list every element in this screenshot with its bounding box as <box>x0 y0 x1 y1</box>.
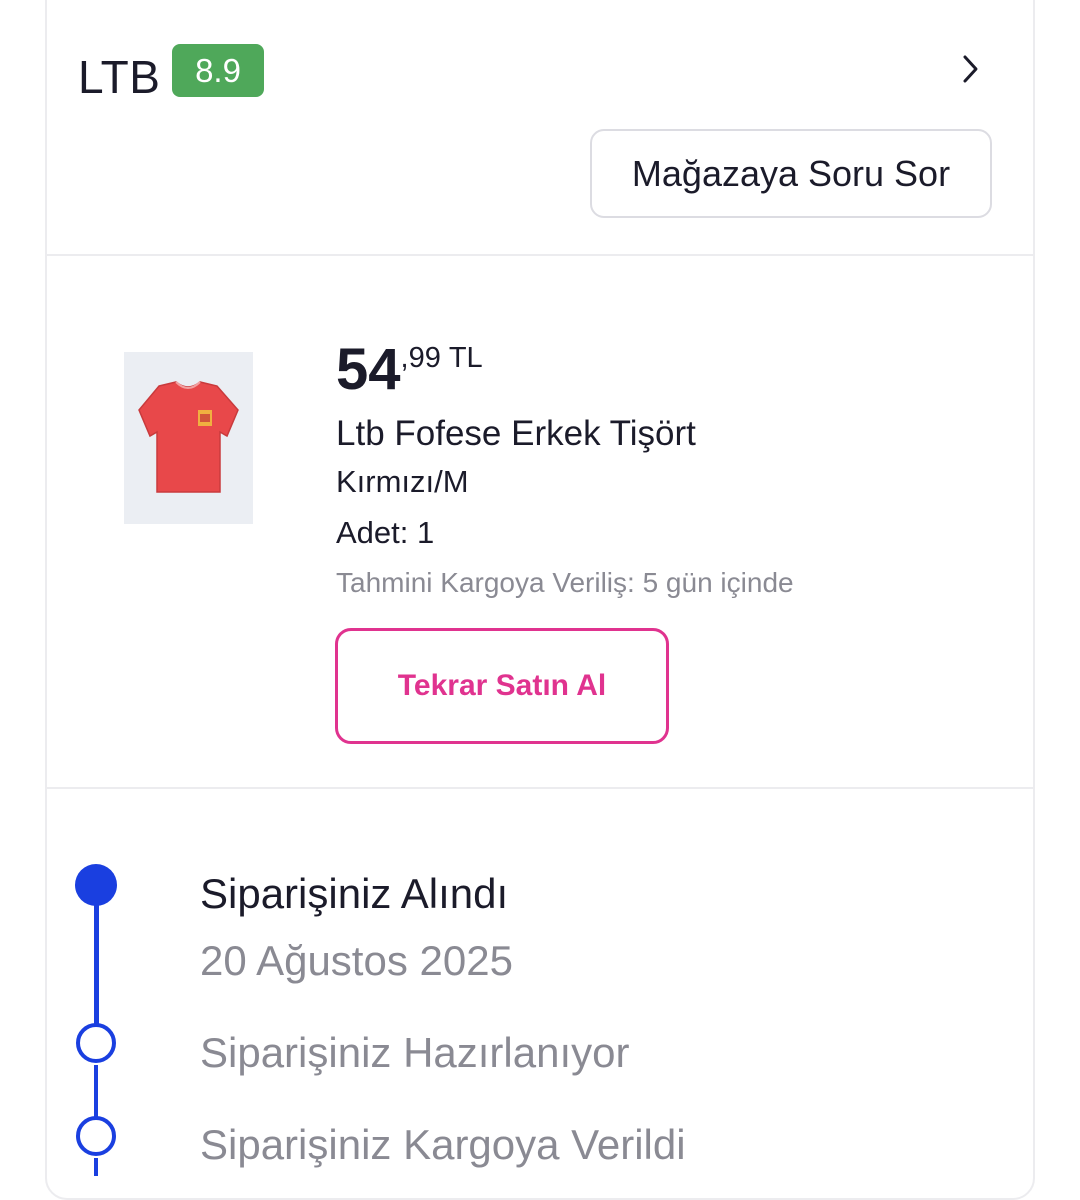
price-currency: TL <box>448 342 483 374</box>
timeline-step-date: 20 Ağustos 2025 <box>200 937 513 984</box>
seller-rating-badge: 8.9 <box>172 44 264 97</box>
red-tshirt-icon <box>138 381 239 493</box>
timeline-line-completed <box>94 885 99 1025</box>
product-name[interactable]: Ltb Fofese Erkek Tişört <box>336 414 696 454</box>
estimated-shipping: Tahmini Kargoya Veriliş: 5 gün içinde <box>336 567 794 598</box>
timeline-step-title: Siparişiniz Alındı <box>200 870 509 917</box>
seller-name[interactable]: LTB <box>78 50 160 104</box>
timeline-step-completed-icon <box>75 864 117 906</box>
timeline-line <box>94 1158 98 1176</box>
divider <box>47 254 1033 256</box>
timeline-step-pending-icon <box>76 1116 116 1156</box>
product-image[interactable] <box>124 352 253 524</box>
chevron-right-icon[interactable] <box>955 52 985 86</box>
price-integer: 54 <box>336 337 401 402</box>
divider <box>47 787 1033 789</box>
product-price: 54,99 TL <box>336 336 483 403</box>
ask-store-question-button[interactable]: Mağazaya Soru Sor <box>590 129 992 218</box>
timeline-step-pending-icon <box>76 1023 116 1063</box>
timeline-step-title: Siparişiniz Hazırlanıyor <box>200 1029 630 1076</box>
price-decimal: ,99 <box>400 342 441 374</box>
product-quantity: Adet: 1 <box>336 515 435 550</box>
buy-again-button[interactable]: Tekrar Satın Al <box>335 628 669 744</box>
product-variant: Kırmızı/M <box>336 464 469 499</box>
timeline-step-title: Siparişiniz Kargoya Verildi <box>200 1121 686 1168</box>
timeline-line <box>94 1065 98 1117</box>
